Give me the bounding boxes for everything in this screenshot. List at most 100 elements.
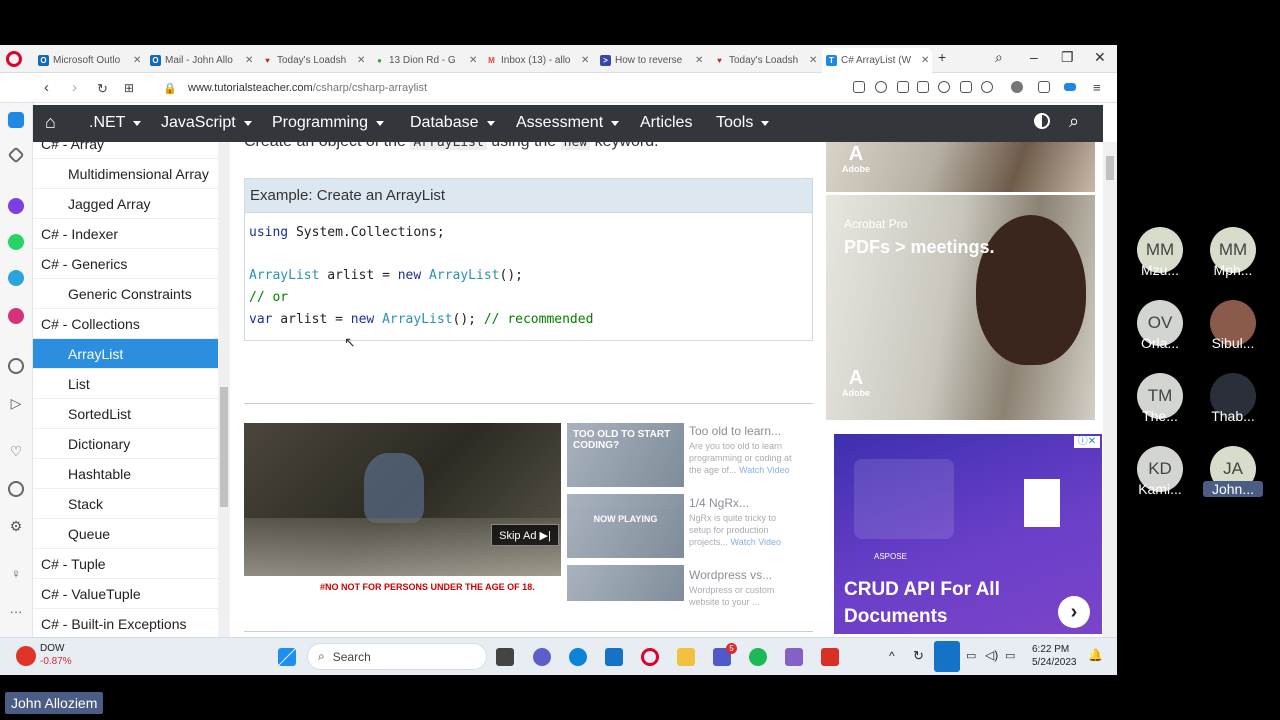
file-explorer-icon[interactable] <box>677 648 695 666</box>
windows-start-icon[interactable] <box>278 648 296 666</box>
close-window-icon[interactable]: ✕ <box>1094 49 1106 66</box>
reload-icon[interactable]: ↻ <box>97 81 108 97</box>
sync-icon[interactable]: ↻ <box>913 648 924 664</box>
opera-icon[interactable] <box>641 648 659 666</box>
home-icon[interactable]: ⌂ <box>45 112 56 133</box>
edge-icon[interactable] <box>569 648 587 666</box>
opera-logo-icon[interactable] <box>6 51 22 67</box>
left-menu-item[interactable]: C# - Built-in Exceptions <box>33 609 218 637</box>
spotify-icon[interactable] <box>749 648 767 666</box>
related-video-thumb[interactable]: TOO OLD TO START CODING? <box>567 423 684 487</box>
browser-tab[interactable]: M Inbox (13) - allo ✕ <box>482 48 594 73</box>
volume-icon[interactable]: ◁) <box>985 648 998 662</box>
arrow-right-icon[interactable]: › <box>1058 596 1090 628</box>
close-tab-icon[interactable]: ✕ <box>921 55 929 66</box>
left-menu-item[interactable]: List <box>33 369 218 399</box>
task-view-icon[interactable] <box>496 648 514 666</box>
left-menu-item[interactable]: Hashtable <box>33 459 218 489</box>
reader-icon[interactable] <box>853 81 865 93</box>
left-menu-item[interactable]: ArrayList <box>33 339 218 369</box>
whatsapp-icon[interactable] <box>8 234 24 250</box>
mail-icon[interactable] <box>605 648 623 666</box>
nav-database[interactable]: Database <box>410 114 495 132</box>
favorites-icon[interactable]: ♡ <box>8 443 24 459</box>
settings-icon[interactable]: ⚙ <box>8 518 24 534</box>
left-menu-item[interactable]: Stack <box>33 489 218 519</box>
microphone-icon[interactable] <box>934 641 960 672</box>
nav-assessment[interactable]: Assessment <box>516 114 620 132</box>
related-video-thumb[interactable]: NOW PLAYING <box>567 494 684 558</box>
history-icon[interactable] <box>8 481 24 497</box>
page-scrollbar[interactable] <box>1103 142 1117 637</box>
menu-icon[interactable]: ≡ <box>1093 80 1101 95</box>
nav-tools[interactable]: Tools <box>716 114 770 132</box>
send-icon[interactable] <box>960 81 972 93</box>
url-field[interactable]: www.tutorialsteacher.com/csharp/csharp-a… <box>188 82 427 94</box>
related-video-info[interactable]: Wordpress vs... Wordpress or custom websi… <box>689 568 799 608</box>
left-menu-item[interactable]: Generic Constraints <box>33 279 218 309</box>
scrollbar-thumb[interactable] <box>1106 156 1114 180</box>
camera-icon[interactable] <box>917 81 929 93</box>
instagram-icon[interactable] <box>8 308 24 324</box>
left-menu-item[interactable]: C# - Tuple <box>33 549 218 579</box>
left-menu-item[interactable]: C# - Indexer <box>33 219 218 249</box>
messenger-icon[interactable] <box>8 198 24 214</box>
home-icon[interactable] <box>8 112 24 128</box>
close-tab-icon[interactable]: ✕ <box>469 55 477 66</box>
left-menu-item[interactable]: Jagged Array <box>33 189 218 219</box>
minimize-icon[interactable]: – <box>1030 49 1038 65</box>
send-sidebar-icon[interactable]: ▷ <box>8 395 24 411</box>
edit-icon[interactable] <box>897 81 909 93</box>
telegram-icon[interactable] <box>8 270 24 286</box>
taskbar-search[interactable]: ⌕ Search <box>307 643 487 670</box>
nav-articles[interactable]: Articles <box>640 114 692 132</box>
battery-icon[interactable]: ▭ <box>1005 649 1015 662</box>
nav-javascript[interactable]: JavaScript <box>161 114 252 132</box>
adobe-acrobat-ad[interactable]: Acrobat Pro PDFs > meetings. A Adobe <box>826 195 1095 420</box>
new-tab-button[interactable]: + <box>938 49 946 65</box>
adobe-ad-top[interactable]: A Adobe <box>826 142 1095 192</box>
back-icon[interactable]: ‹ <box>44 79 49 96</box>
clock-date[interactable]: 5/24/2023 <box>1032 657 1077 668</box>
more-icon[interactable]: ··· <box>8 603 24 619</box>
aspose-ad[interactable]: ASPOSE CRUD API For All Documents › ⓘ✕ <box>834 434 1102 634</box>
visual-studio-icon[interactable] <box>785 648 803 666</box>
theme-toggle-icon[interactable] <box>1034 113 1050 129</box>
browser-tab[interactable]: ● 13 Dion Rd - G ✕ <box>370 48 480 73</box>
diamond-icon[interactable] <box>7 146 25 164</box>
maximize-icon[interactable]: ❐ <box>1061 49 1074 66</box>
related-video-thumb[interactable] <box>567 565 684 601</box>
close-tab-icon[interactable]: ✕ <box>581 55 589 66</box>
ad-choices-icon[interactable]: ⓘ✕ <box>1074 436 1100 448</box>
download-icon[interactable] <box>1038 81 1050 93</box>
left-menu-item[interactable]: SortedList <box>33 399 218 429</box>
search-icon[interactable]: ⌕ <box>1069 111 1079 132</box>
player-icon[interactable] <box>8 358 24 374</box>
browser-tab[interactable]: O Mail - John Allo ✕ <box>146 48 256 73</box>
scrollbar-thumb[interactable] <box>220 387 228 507</box>
left-menu-item[interactable]: Multidimensional Array <box>33 159 218 189</box>
stocks-icon[interactable] <box>16 646 36 666</box>
display-icon[interactable]: ▭ <box>966 649 976 662</box>
left-menu-item[interactable]: C# - Array <box>33 142 218 159</box>
skip-ad-button[interactable]: Skip Ad ▶| <box>491 524 559 546</box>
block-icon[interactable] <box>938 81 950 93</box>
close-tab-icon[interactable]: ✕ <box>357 55 365 66</box>
video-ad-player[interactable]: Skip Ad ▶| <box>244 423 561 576</box>
left-menu-item[interactable]: C# - ValueTuple <box>33 579 218 609</box>
browser-tab-active[interactable]: T C# ArrayList (W ✕ <box>822 48 932 73</box>
close-tab-icon[interactable]: ✕ <box>245 55 253 66</box>
left-menu-item[interactable]: Dictionary <box>33 429 218 459</box>
tips-icon[interactable]: ♀ <box>8 565 24 581</box>
heart-outline-icon[interactable] <box>981 81 993 93</box>
battery-saver-icon[interactable] <box>1064 83 1076 91</box>
left-menu-item[interactable]: Queue <box>33 519 218 549</box>
nav-dotnet[interactable]: .NET <box>89 114 142 132</box>
nav-programming[interactable]: Programming <box>272 114 385 132</box>
left-menu-scrollbar[interactable] <box>218 142 230 637</box>
browser-tab[interactable]: O Microsoft Outlo ✕ <box>34 48 144 73</box>
browser-tab[interactable]: ♥ Today's Loadsh ✕ <box>258 48 368 73</box>
close-tab-icon[interactable]: ✕ <box>695 55 703 66</box>
acrobat-icon[interactable] <box>821 648 839 666</box>
profile-icon[interactable] <box>1011 81 1023 93</box>
